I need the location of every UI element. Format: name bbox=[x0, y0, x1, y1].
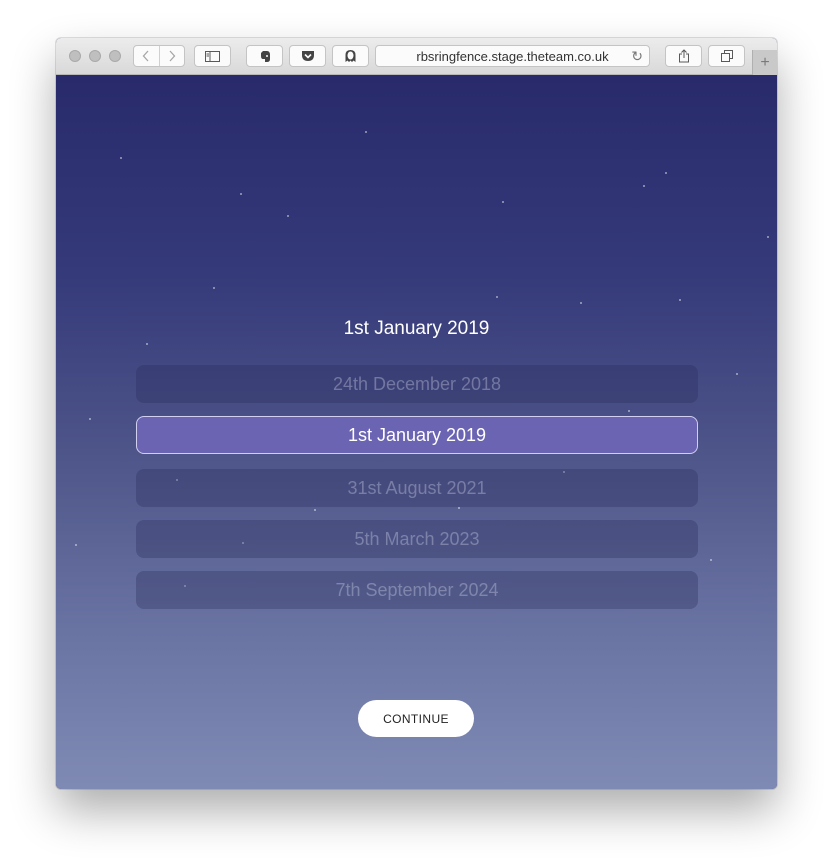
star-decoration bbox=[710, 559, 712, 561]
reload-icon[interactable]: ↻ bbox=[631, 48, 643, 65]
forward-button[interactable] bbox=[160, 46, 185, 66]
zoom-window-button[interactable] bbox=[109, 50, 121, 62]
star-decoration bbox=[240, 193, 242, 195]
date-option[interactable]: 31st August 2021 bbox=[136, 469, 698, 507]
star-decoration bbox=[287, 215, 289, 217]
star-decoration bbox=[580, 302, 582, 304]
browser-toolbar: rbsringfence.stage.theteam.co.uk ↻ + bbox=[56, 38, 777, 75]
star-decoration bbox=[120, 157, 122, 159]
pocket-extension-button[interactable] bbox=[289, 45, 326, 67]
browser-window: rbsringfence.stage.theteam.co.uk ↻ + 1st… bbox=[56, 38, 777, 789]
selected-date-heading: 1st January 2019 bbox=[343, 318, 490, 339]
share-button[interactable] bbox=[665, 45, 702, 67]
ghostery-icon bbox=[345, 50, 356, 62]
close-window-button[interactable] bbox=[69, 50, 81, 62]
address-bar[interactable]: rbsringfence.stage.theteam.co.uk ↻ bbox=[375, 45, 650, 67]
page-content: 1st January 2019 24th December 2018 1st … bbox=[56, 75, 777, 789]
date-option-selected[interactable]: 1st January 2019 bbox=[136, 416, 698, 454]
tabs-icon bbox=[720, 50, 733, 62]
sidebar-button[interactable] bbox=[194, 45, 231, 67]
star-decoration bbox=[767, 236, 769, 238]
evernote-extension-button[interactable] bbox=[246, 45, 283, 67]
chevron-right-icon bbox=[169, 50, 176, 62]
star-decoration bbox=[643, 185, 645, 187]
date-option[interactable]: 24th December 2018 bbox=[136, 365, 698, 403]
ghostery-extension-button[interactable] bbox=[332, 45, 369, 67]
star-decoration bbox=[502, 201, 504, 203]
star-decoration bbox=[736, 373, 738, 375]
plus-icon: + bbox=[760, 53, 770, 71]
star-decoration bbox=[213, 287, 215, 289]
star-decoration bbox=[89, 418, 91, 420]
sidebar-icon bbox=[205, 50, 220, 62]
date-option[interactable]: 7th September 2024 bbox=[136, 571, 698, 609]
star-decoration bbox=[679, 299, 681, 301]
minimize-window-button[interactable] bbox=[89, 50, 101, 62]
star-decoration bbox=[75, 544, 77, 546]
new-tab-button[interactable]: + bbox=[752, 50, 777, 75]
star-decoration bbox=[146, 343, 148, 345]
continue-button[interactable]: CONTINUE bbox=[358, 700, 474, 737]
star-decoration bbox=[665, 172, 667, 174]
evernote-icon bbox=[260, 50, 270, 62]
star-decoration bbox=[314, 509, 316, 511]
url-text: rbsringfence.stage.theteam.co.uk bbox=[416, 48, 609, 64]
back-button[interactable] bbox=[134, 46, 160, 66]
star-decoration bbox=[628, 410, 630, 412]
star-decoration bbox=[365, 131, 367, 133]
star-decoration bbox=[458, 507, 460, 509]
chevron-left-icon bbox=[142, 50, 149, 62]
date-option[interactable]: 5th March 2023 bbox=[136, 520, 698, 558]
pocket-icon bbox=[301, 51, 314, 61]
star-decoration bbox=[496, 296, 498, 298]
share-icon bbox=[678, 49, 689, 63]
navigation-buttons bbox=[133, 45, 185, 67]
tabs-overview-button[interactable] bbox=[708, 45, 745, 67]
